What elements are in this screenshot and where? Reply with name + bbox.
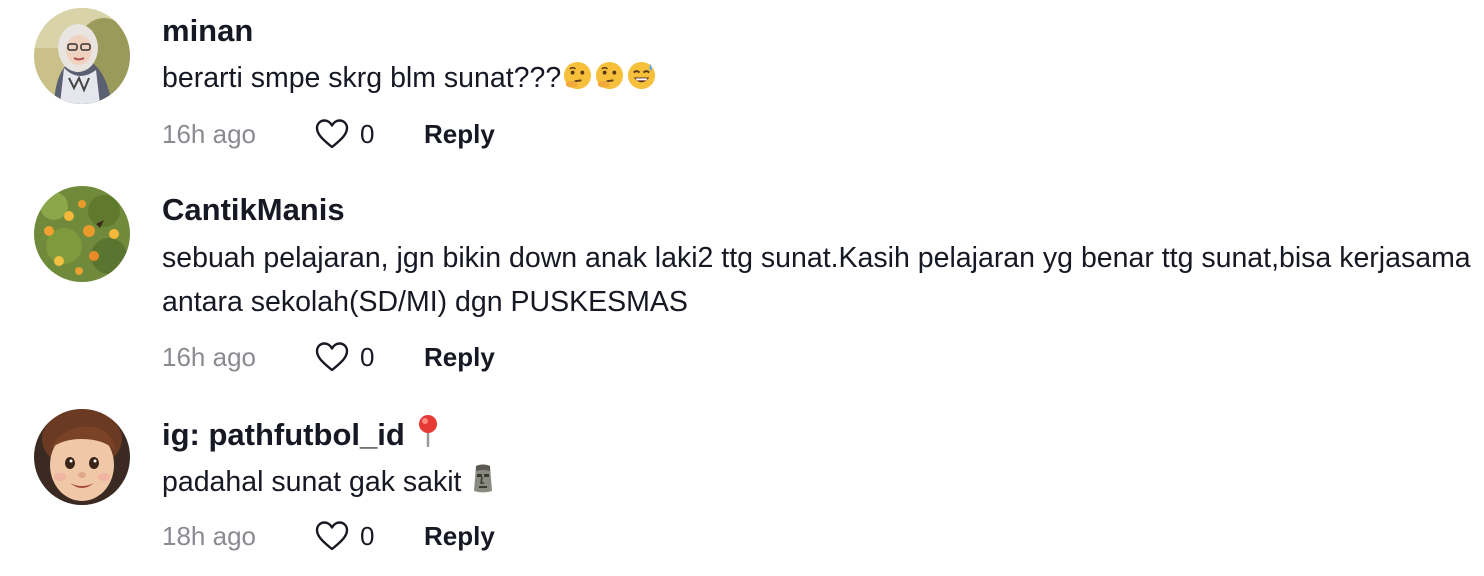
avatar[interactable]	[34, 186, 130, 282]
thinking-face-icon	[562, 60, 593, 104]
comment-list: minan berarti smpe skrg blm sunat??? 16h…	[0, 0, 1484, 576]
avatar[interactable]	[34, 8, 130, 104]
like-button[interactable]: 0	[314, 341, 424, 373]
comment-meta: 16h ago 0 Reply	[162, 114, 495, 154]
comment-username-text: ig: pathfutbol_id	[162, 417, 405, 452]
comment-timestamp: 16h ago	[162, 118, 256, 149]
comment-meta: 16h ago 0 Reply	[162, 337, 495, 377]
comment-text-body: padahal sunat gak sakit	[162, 466, 462, 498]
comment-text: sebuah pelajaran, jgn bikin down anak la…	[162, 242, 1471, 318]
thinking-face-icon	[594, 60, 625, 104]
comment-timestamp: 16h ago	[162, 341, 256, 372]
like-button[interactable]: 0	[314, 520, 424, 552]
comment-timestamp: 18h ago	[162, 520, 256, 551]
round-pushpin-icon	[414, 413, 442, 456]
comment-meta: 18h ago 0 Reply	[162, 516, 495, 556]
comment-username[interactable]: ig: pathfutbol_id	[162, 413, 442, 456]
avatar-image	[34, 186, 130, 282]
comment-text: berarti smpe skrg blm sunat???	[162, 56, 1472, 104]
like-count: 0	[360, 520, 375, 551]
reply-button[interactable]: Reply	[424, 119, 495, 150]
like-count: 0	[360, 341, 375, 372]
avatar-image	[34, 8, 130, 104]
like-button[interactable]: 0	[314, 118, 424, 150]
comment-username[interactable]: minan	[162, 12, 253, 50]
heart-icon	[315, 521, 349, 551]
avatar-image	[34, 409, 130, 505]
grinning-sweat-face-icon	[626, 60, 657, 104]
heart-icon	[315, 119, 349, 149]
comment-text-body: berarti smpe skrg blm sunat???	[162, 62, 562, 94]
reply-button[interactable]: Reply	[424, 342, 495, 373]
like-count: 0	[360, 118, 375, 149]
moai-icon	[470, 463, 496, 508]
comment-text: padahal sunat gak sakit	[162, 460, 1472, 508]
comment-username[interactable]: CantikManis	[162, 191, 345, 229]
reply-button[interactable]: Reply	[424, 521, 495, 552]
avatar[interactable]	[34, 409, 130, 505]
heart-icon	[315, 342, 349, 372]
